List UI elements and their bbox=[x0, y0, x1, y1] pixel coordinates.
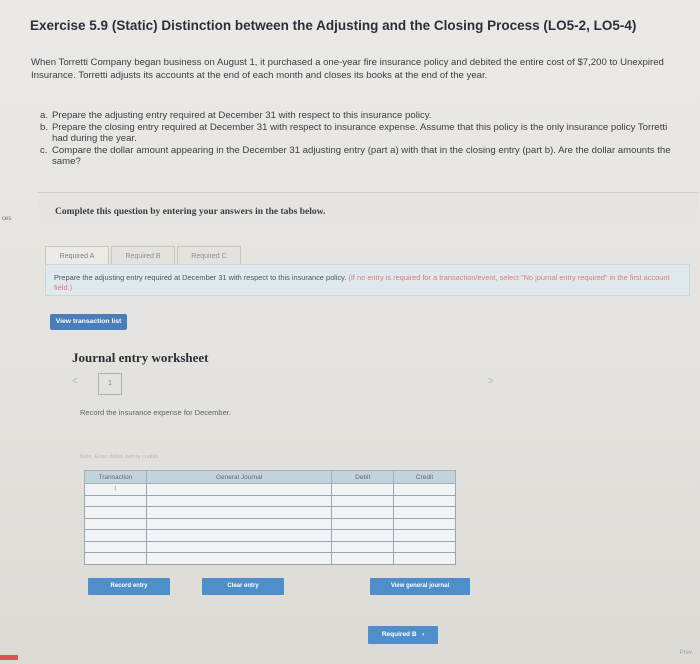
transaction-cell bbox=[84, 517, 147, 530]
instruction-text: Prepare the adjusting entry required at … bbox=[54, 273, 674, 292]
transaction-cell bbox=[84, 506, 147, 519]
transaction-cell bbox=[84, 540, 147, 553]
header-transaction: Transaction bbox=[84, 470, 147, 484]
status-strip bbox=[0, 655, 18, 660]
instruction-main: Prepare the adjusting entry required at … bbox=[54, 273, 347, 282]
complete-prompt: Complete this question by entering your … bbox=[55, 207, 326, 217]
journal-grid: Transaction General Journal Debit Credit… bbox=[84, 470, 456, 565]
transaction-cell bbox=[84, 552, 147, 565]
required-next-label: Required B bbox=[381, 631, 417, 638]
credit-cell[interactable] bbox=[393, 517, 456, 530]
account-cell[interactable] bbox=[145, 506, 333, 519]
header-general-journal: General Journal bbox=[145, 470, 333, 484]
table-row bbox=[84, 506, 456, 519]
worksheet-title: Journal entry worksheet bbox=[72, 350, 209, 365]
requirement-item: a. Prepare the adjusting entry required … bbox=[40, 110, 680, 122]
journal-worksheet: Journal entry worksheet < 1 > Record the… bbox=[60, 330, 494, 620]
requirement-letter: a. bbox=[40, 110, 49, 121]
account-cell[interactable] bbox=[145, 540, 333, 553]
table-row bbox=[84, 529, 456, 542]
requirement-text: Prepare the closing entry required at De… bbox=[52, 121, 668, 145]
instruction-panel: Prepare the adjusting entry required at … bbox=[45, 264, 690, 296]
worksheet-page-indicator[interactable]: 1 bbox=[98, 373, 122, 395]
debit-credit-note: Note: Enter debits before credits. bbox=[80, 454, 160, 460]
account-cell[interactable] bbox=[145, 529, 333, 542]
chevron-right-icon: › bbox=[418, 631, 425, 638]
side-marker: ces bbox=[2, 216, 12, 222]
transaction-number: 1 bbox=[84, 483, 147, 496]
next-arrow-icon[interactable]: > bbox=[488, 376, 494, 387]
table-row bbox=[84, 540, 456, 553]
credit-cell[interactable] bbox=[393, 494, 456, 507]
debit-cell[interactable] bbox=[331, 529, 395, 542]
debit-cell[interactable] bbox=[331, 540, 395, 553]
record-instruction: Record the insurance expense for Decembe… bbox=[80, 408, 231, 417]
debit-cell[interactable] bbox=[331, 552, 395, 565]
exercise-page: ces Exercise 5.9 (Static) Distinction be… bbox=[0, 0, 700, 664]
account-cell[interactable] bbox=[145, 494, 333, 507]
prev-arrow-icon[interactable]: < bbox=[72, 376, 78, 387]
page-title: Exercise 5.9 (Static) Distinction betwee… bbox=[30, 18, 637, 33]
credit-cell[interactable] bbox=[393, 506, 456, 519]
debit-cell[interactable] bbox=[331, 517, 395, 530]
requirement-letter: c. bbox=[40, 144, 48, 156]
problem-intro: When Torretti Company began business on … bbox=[31, 57, 664, 81]
requirement-item: b. Prepare the closing entry required at… bbox=[40, 122, 680, 145]
clear-entry-button[interactable]: Clear entry bbox=[202, 578, 284, 595]
requirement-letter: b. bbox=[40, 121, 49, 133]
requirement-text: Compare the dollar amount appearing in t… bbox=[52, 144, 671, 168]
record-entry-button[interactable]: Record entry bbox=[88, 578, 170, 595]
transaction-cell bbox=[84, 529, 147, 542]
requirement-text: Prepare the adjusting entry required at … bbox=[52, 110, 432, 121]
credit-cell[interactable] bbox=[393, 540, 456, 553]
complete-prompt-box: Complete this question by entering your … bbox=[38, 192, 698, 226]
header-debit: Debit bbox=[331, 470, 395, 484]
requirement-item: c. Compare the dollar amount appearing i… bbox=[40, 145, 680, 168]
credit-cell[interactable] bbox=[393, 552, 456, 565]
account-cell[interactable] bbox=[145, 483, 333, 496]
debit-cell[interactable] bbox=[331, 483, 395, 496]
credit-cell[interactable] bbox=[393, 483, 456, 496]
table-row bbox=[84, 494, 456, 507]
debit-cell[interactable] bbox=[331, 506, 395, 519]
header-credit: Credit bbox=[393, 470, 456, 484]
table-row bbox=[84, 517, 456, 530]
account-cell[interactable] bbox=[145, 517, 333, 530]
debit-cell[interactable] bbox=[331, 494, 395, 507]
footer-prev-link[interactable]: Prev bbox=[680, 650, 692, 656]
table-row: 1 bbox=[84, 483, 456, 496]
requirements-list: a. Prepare the adjusting entry required … bbox=[40, 110, 680, 168]
required-b-next-button[interactable]: Required B › bbox=[368, 626, 438, 644]
credit-cell[interactable] bbox=[393, 529, 456, 542]
table-row bbox=[84, 552, 456, 565]
transaction-cell bbox=[84, 494, 147, 507]
view-general-journal-button[interactable]: View general journal bbox=[370, 578, 470, 595]
view-transaction-list-button[interactable]: View transaction list bbox=[50, 314, 127, 330]
account-cell[interactable] bbox=[145, 552, 333, 565]
